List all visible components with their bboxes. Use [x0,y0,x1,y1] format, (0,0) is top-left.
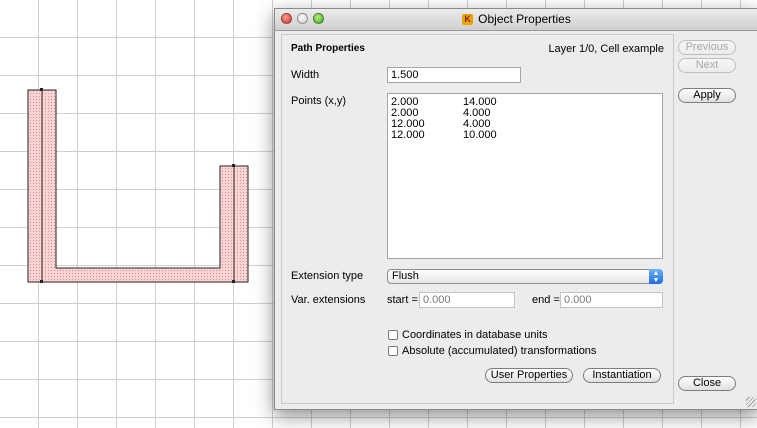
width-field[interactable]: 1.500 [387,67,521,83]
resize-grip-icon[interactable] [746,397,756,407]
apply-button[interactable]: Apply [678,88,736,103]
extension-type-label: Extension type [291,270,364,282]
absolute-transform-label[interactable]: Absolute (accumulated) transformations [402,345,596,357]
absolute-transform-checkbox[interactable] [388,346,398,356]
end-label: end = [532,294,560,306]
close-window-icon[interactable] [281,13,292,24]
point-row: 2.000 14.000 [391,96,497,108]
point-row: 12.000 4.000 [391,118,491,130]
point-row: 2.000 4.000 [391,107,491,119]
var-extensions-label: Var. extensions [291,294,366,306]
user-properties-button[interactable]: User Properties [485,368,573,383]
object-properties-dialog: K Object Properties Path Properties Layer… [274,8,757,410]
next-button[interactable]: Next [678,58,736,73]
extension-type-value: Flush [392,270,419,282]
minimize-window-icon[interactable] [297,13,308,24]
zoom-window-icon[interactable] [313,13,324,24]
layout-canvas[interactable] [0,0,270,428]
path-spine [41,90,235,283]
point-row: 12.000 10.000 [391,129,497,141]
previous-button[interactable]: Previous [678,40,736,55]
width-label: Width [291,69,320,81]
panel-heading: Path Properties [291,43,365,54]
start-field[interactable]: 0.000 [419,292,515,308]
start-label: start = [387,294,418,306]
path-shape[interactable] [27,89,249,283]
app-icon: K [462,14,474,26]
extension-type-select[interactable]: Flush ▲ ▼ [387,269,663,284]
dbu-checkbox-label[interactable]: Coordinates in database units [402,329,548,341]
instantiation-button[interactable]: Instantiation [583,368,661,383]
title-bar[interactable]: K Object Properties [275,9,757,31]
dbu-checkbox[interactable] [388,330,398,340]
close-button[interactable]: Close [678,376,736,391]
updown-arrows-icon: ▲ ▼ [649,269,663,284]
points-label: Points (x,y) [291,95,347,107]
end-field[interactable]: 0.000 [560,292,663,308]
path-vertex-markers [40,88,235,283]
layer-cell-info: Layer 1/0, Cell example [548,43,664,55]
points-textarea[interactable]: 2.000 14.000 2.000 4.000 12.000 4.000 12.00… [387,93,663,259]
path-properties-panel: Path Properties Layer 1/0, Cell example … [281,34,674,404]
window-title: Object Properties [478,12,571,26]
